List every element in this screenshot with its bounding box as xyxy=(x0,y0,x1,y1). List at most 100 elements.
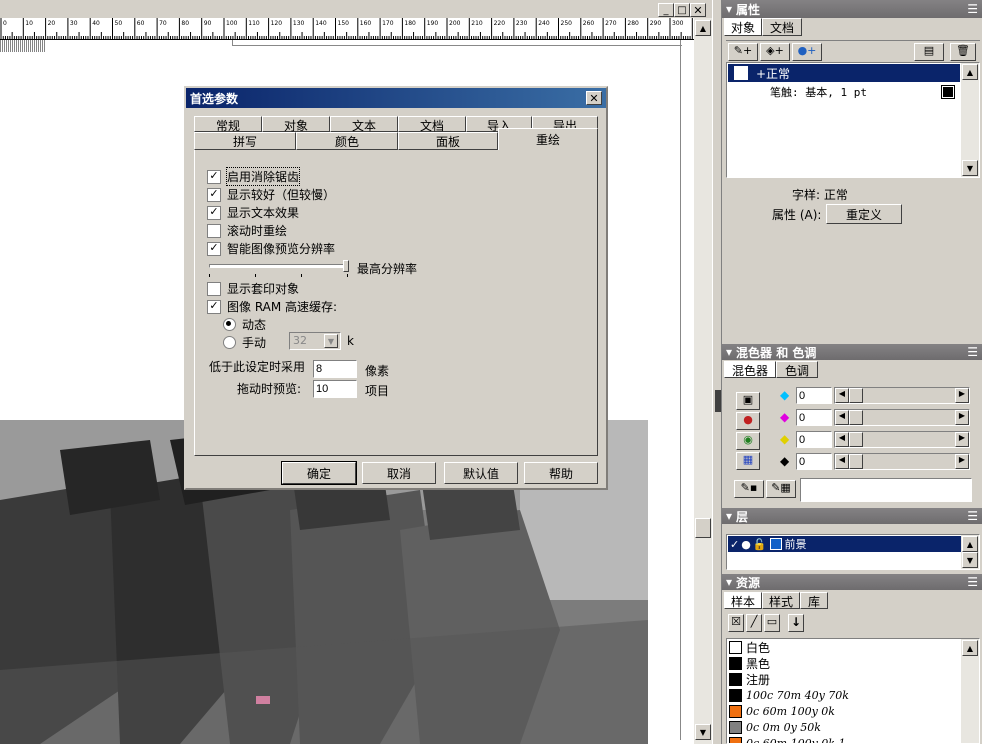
mixer-slider-2[interactable]: ◀ ▶ xyxy=(834,409,970,426)
add-effect-button[interactable]: ●+ xyxy=(792,43,822,61)
tab-general[interactable]: 常规 xyxy=(194,116,262,133)
mixer-slider-3[interactable]: ◀ ▶ xyxy=(834,431,970,448)
slider-thumb-3[interactable] xyxy=(849,432,863,447)
props-item-stroke[interactable]: 笔触: 基本, 1 pt xyxy=(728,83,960,101)
swatch-row[interactable]: 注册 xyxy=(727,671,961,687)
option-antialias[interactable]: ✓ 启用消除锯齿 xyxy=(207,167,301,186)
tab-spelling[interactable]: 拼写 xyxy=(194,132,296,150)
better-display-checkbox[interactable]: ✓ xyxy=(207,187,221,202)
slider-thumb-2[interactable] xyxy=(849,410,863,425)
layers-scroll-down[interactable]: ▼ xyxy=(962,552,978,568)
slider-thumb-4[interactable] xyxy=(849,454,863,469)
color-preview-box[interactable] xyxy=(800,478,972,502)
ok-button[interactable]: 确定 xyxy=(281,461,357,485)
option-better-display[interactable]: ✓ 显示较好（但较慢） xyxy=(207,186,335,203)
option-text-effects[interactable]: ✓ 显示文本效果 xyxy=(207,204,299,221)
assets-tab-library[interactable]: 库 xyxy=(800,592,828,609)
panel-menu-icon[interactable]: ☰ xyxy=(967,2,978,16)
low-threshold-input[interactable] xyxy=(313,360,357,378)
cancel-button[interactable]: 取消 xyxy=(362,462,436,484)
scroll-thumb[interactable] xyxy=(695,518,711,538)
props-scroll-down[interactable]: ▼ xyxy=(962,160,978,176)
smart-preview-checkbox[interactable]: ✓ xyxy=(207,241,221,256)
props-item-normal[interactable]: +正常 xyxy=(728,64,960,82)
stroke-swatch-button[interactable]: ╱ xyxy=(746,614,762,632)
swatch-row[interactable]: 0c 60m 100y 0k-1 xyxy=(727,735,961,743)
slider-left-2[interactable]: ◀ xyxy=(835,410,849,425)
mixer-tab-tint[interactable]: 色调 xyxy=(776,361,818,378)
option-redraw-scroll[interactable]: 滚动时重绘 xyxy=(207,222,287,239)
props-tab-object[interactable]: 对象 xyxy=(724,18,762,36)
slider-right-4[interactable]: ▶ xyxy=(955,454,969,469)
ram-cache-checkbox[interactable]: ✓ xyxy=(207,299,221,314)
tab-panels[interactable]: 面板 xyxy=(398,132,498,150)
tab-object[interactable]: 对象 xyxy=(262,116,330,133)
vertical-scrollbar[interactable]: ▲ ▼ xyxy=(694,18,712,744)
slider-right-2[interactable]: ▶ xyxy=(955,410,969,425)
add-fill-button[interactable]: ◈+ xyxy=(760,43,790,61)
stroke-color-button[interactable]: ✎▪ xyxy=(734,480,764,498)
default-button[interactable]: 默认值 xyxy=(444,462,518,484)
swatch-row[interactable]: 黑色 xyxy=(727,655,961,671)
assets-titlebar[interactable]: ▾ 资源 ☰ xyxy=(722,574,982,590)
slider-left-1[interactable]: ◀ xyxy=(835,388,849,403)
download-icon[interactable]: ↓ xyxy=(788,614,804,632)
swatch-row[interactable]: 白色 xyxy=(727,639,961,655)
swatch-row[interactable]: 0c 0m 0y 50k xyxy=(727,719,961,735)
tab-document[interactable]: 文档 xyxy=(398,116,466,133)
layer-row-foreground[interactable]: ✓ ● 🔓 前景 xyxy=(728,536,962,552)
mixer-slider-4[interactable]: ◀ ▶ xyxy=(834,453,970,470)
resolution-slider[interactable] xyxy=(209,260,349,278)
layer-edit-icon[interactable]: ● xyxy=(741,538,751,551)
collapse-arrow-icon[interactable]: ▾ xyxy=(726,2,732,16)
mode-hex-button[interactable]: ▦ xyxy=(736,452,760,470)
panel-splitter[interactable] xyxy=(712,0,722,744)
layers-scrollbar[interactable]: ▲ ▼ xyxy=(961,535,979,569)
redefine-button[interactable]: 重定义 xyxy=(826,204,902,224)
tab-colors[interactable]: 颜色 xyxy=(296,132,398,150)
manual-size-select[interactable]: 32 ▼ xyxy=(289,332,341,350)
redraw-scroll-checkbox[interactable] xyxy=(207,223,221,238)
mixer-input-4[interactable] xyxy=(796,453,832,470)
layers-collapse-icon[interactable]: ▾ xyxy=(726,509,732,523)
mode-cmy-button[interactable]: ▣ xyxy=(736,392,760,410)
props-scrollbar[interactable]: ▲ ▼ xyxy=(961,63,979,177)
tab-redraw[interactable]: 重绘 xyxy=(498,128,598,150)
antialias-checkbox[interactable]: ✓ xyxy=(207,169,221,184)
mixer-tab-mixer[interactable]: 混色器 xyxy=(724,361,776,378)
mixer-input-2[interactable] xyxy=(796,409,832,426)
help-button[interactable]: 帮助 xyxy=(524,462,598,484)
radio-manual[interactable]: 手动 xyxy=(223,334,266,351)
slider-right-1[interactable]: ▶ xyxy=(955,388,969,403)
assets-tab-styles[interactable]: 样式 xyxy=(762,592,800,609)
dialog-close-button[interactable]: ✕ xyxy=(586,91,602,105)
swatch-scrollbar[interactable]: ▲ xyxy=(961,639,979,743)
drag-preview-input[interactable] xyxy=(313,380,357,398)
swatch-row[interactable]: 100c 70m 40y 70k xyxy=(727,687,961,703)
props-scroll-up[interactable]: ▲ xyxy=(962,64,978,80)
scroll-down-button[interactable]: ▼ xyxy=(695,724,711,740)
dynamic-radio[interactable] xyxy=(223,318,236,331)
minimize-button[interactable]: _ xyxy=(658,3,674,17)
props-tab-document[interactable]: 文档 xyxy=(762,18,802,36)
print-objects-checkbox[interactable] xyxy=(207,281,221,296)
option-ram-cache[interactable]: ✓ 图像 RAM 高速缓存: xyxy=(207,298,337,315)
radio-dynamic[interactable]: 动态 xyxy=(223,316,266,333)
assets-menu-icon[interactable]: ☰ xyxy=(967,575,978,589)
mixer-input-1[interactable] xyxy=(796,387,832,404)
layers-menu-icon[interactable]: ☰ xyxy=(967,509,978,523)
mixer-titlebar[interactable]: ▾ 混色器 和 色调 ☰ xyxy=(722,344,982,360)
maximize-button[interactable]: □ xyxy=(674,3,690,17)
chevron-down-icon[interactable]: ▼ xyxy=(324,334,338,348)
mode-hsb-button[interactable]: ◉ xyxy=(736,432,760,450)
slider-thumb[interactable] xyxy=(343,260,349,272)
assets-tab-swatches[interactable]: 样本 xyxy=(724,592,762,609)
swatch-row[interactable]: 0c 60m 100y 0k xyxy=(727,703,961,719)
mixer-slider-1[interactable]: ◀ ▶ xyxy=(834,387,970,404)
slider-left-4[interactable]: ◀ xyxy=(835,454,849,469)
mixer-collapse-icon[interactable]: ▾ xyxy=(726,345,732,359)
close-document-button[interactable]: ✕ xyxy=(690,3,706,17)
fill-swatch-button[interactable]: ▭ xyxy=(764,614,780,632)
layers-scroll-up[interactable]: ▲ xyxy=(962,536,978,552)
slider-left-3[interactable]: ◀ xyxy=(835,432,849,447)
